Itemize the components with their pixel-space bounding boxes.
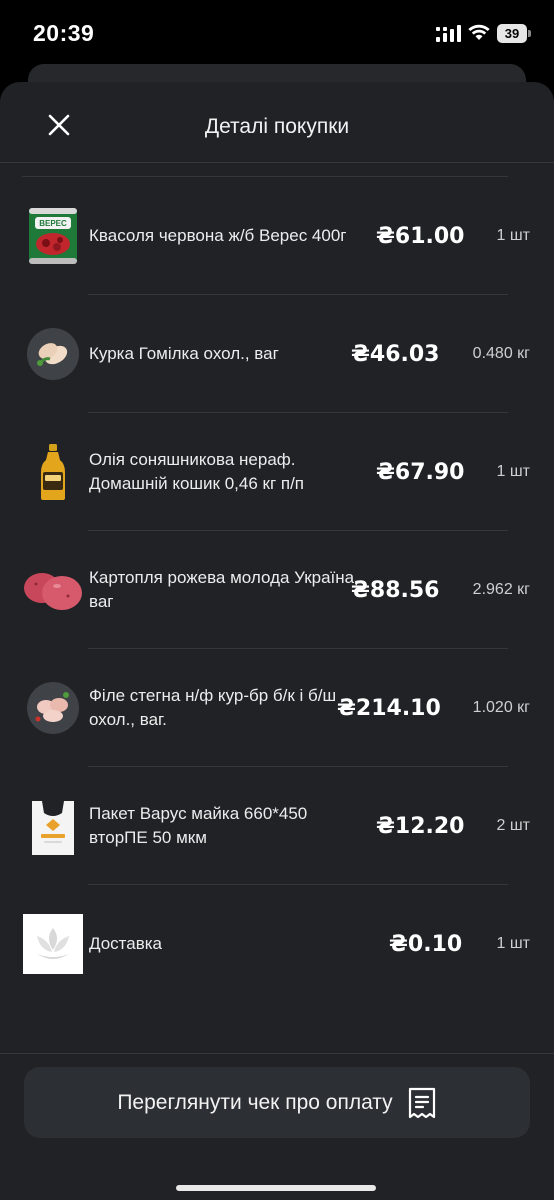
wifi-icon <box>468 24 490 40</box>
can-icon: ВЕРЕС <box>22 205 84 267</box>
chicken-fillet-icon <box>22 677 84 739</box>
purchase-details-sheet: Деталі покупки ВЕРЕС Квасоля червона ж/б… <box>0 82 554 1200</box>
item-quantity: 2 шт <box>496 817 530 834</box>
item-price: ₴0.10 <box>389 931 463 957</box>
list-item[interactable]: Картопля рожева молода Україна, ваг ₴88.… <box>0 531 554 649</box>
oil-bottle-icon <box>22 441 84 503</box>
home-indicator[interactable] <box>176 1185 376 1191</box>
item-name: Пакет Варус майка 660*450 вторПЕ 50 мкм <box>89 804 308 847</box>
list-item[interactable]: Олія соняшникова нераф. Домашній кошик 0… <box>0 413 554 531</box>
potato-icon <box>22 559 84 621</box>
item-price: ₴88.56 <box>351 577 440 603</box>
item-price: ₴214.10 <box>337 695 441 721</box>
item-quantity: 1.020 кг <box>472 699 530 716</box>
delivery-placeholder-icon <box>22 913 84 975</box>
status-time: 20:39 <box>33 20 95 46</box>
item-quantity: 0.480 кг <box>472 345 530 362</box>
item-price: ₴61.00 <box>376 223 465 249</box>
item-quantity: 1 шт <box>496 227 530 244</box>
list-item[interactable]: Доставка ₴0.10 1 шт <box>0 885 554 1003</box>
chicken-leg-icon <box>22 323 84 385</box>
bag-icon <box>22 795 84 857</box>
signal-icon <box>436 25 461 42</box>
item-price: ₴12.20 <box>376 813 465 839</box>
battery-indicator: 39 <box>497 24 531 43</box>
battery-tip <box>528 30 531 37</box>
item-name: Квасоля червона ж/б Верес 400г <box>89 226 347 245</box>
view-receipt-button[interactable]: Переглянути чек про оплату <box>24 1067 530 1138</box>
list-item[interactable]: Курка Гомілка охол., ваг ₴46.03 0.480 кг <box>0 295 554 413</box>
item-quantity: 2.962 кг <box>472 581 530 598</box>
item-name: Курка Гомілка охол., ваг <box>89 344 279 363</box>
sheet-header: Деталі покупки <box>0 82 554 163</box>
item-quantity: 1 шт <box>496 463 530 480</box>
receipt-button-label: Переглянути чек про оплату <box>117 1090 393 1114</box>
item-name: Картопля рожева молода Україна, ваг <box>89 568 359 611</box>
item-name: Доставка <box>89 934 163 953</box>
item-name: Олія соняшникова нераф. Домашній кошик 0… <box>89 450 305 493</box>
item-price: ₴46.03 <box>351 341 440 367</box>
battery-level: 39 <box>497 24 527 43</box>
list-item[interactable]: Філе стегна н/ф кур-бр б/к і б/ш охол., … <box>0 649 554 767</box>
screen: 20:39 39 Деталі покупки ВЕРЕС Квасоля че… <box>0 0 554 1200</box>
receipt-icon <box>408 1087 435 1118</box>
item-price: ₴67.90 <box>376 459 465 485</box>
list-item[interactable]: ВЕРЕС Квасоля червона ж/б Верес 400г ₴61… <box>0 177 554 295</box>
divider <box>0 1053 554 1054</box>
list-item[interactable]: Пакет Варус майка 660*450 вторПЕ 50 мкм … <box>0 767 554 885</box>
page-title: Деталі покупки <box>204 115 350 138</box>
svg-text:ВЕРЕС: ВЕРЕС <box>39 219 67 228</box>
item-quantity: 1 шт <box>496 935 530 952</box>
item-name: Філе стегна н/ф кур-бр б/к і б/ш охол., … <box>89 686 337 729</box>
status-bar: 20:39 39 <box>0 0 554 66</box>
